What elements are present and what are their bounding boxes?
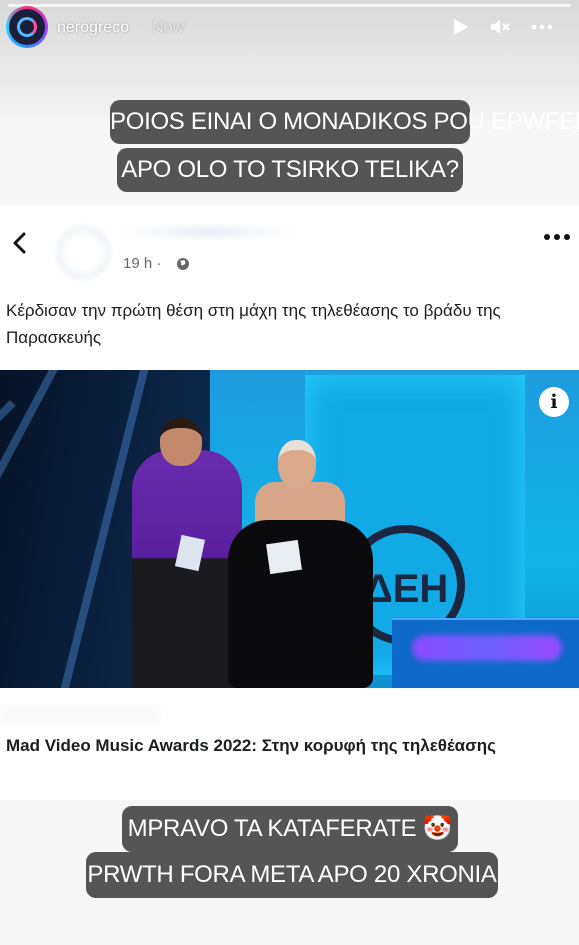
- caption-bottom-line2: PRWTH FORA META APO 20 XRONIA: [86, 852, 498, 898]
- avatar-logo-icon: [17, 17, 37, 37]
- caption-bottom-line1: MPRAVO TA KATAFERATE 🤡: [122, 806, 458, 852]
- link-source-blurred: [0, 705, 160, 725]
- host-man-head: [160, 418, 202, 466]
- story-view[interactable]: nerogreco Now POIOS EINAI O MONADIKOS PO…: [0, 0, 579, 945]
- story-header: nerogreco Now: [0, 0, 579, 60]
- avatar-image: [9, 9, 45, 45]
- cue-card: [266, 539, 302, 575]
- mute-icon[interactable]: [488, 15, 512, 39]
- post-image[interactable]: ΔΕΗ i: [0, 370, 579, 688]
- globe-icon: [177, 258, 189, 270]
- caption-top-line2: APO OLO TO TSIRKO TELIKA?: [117, 148, 463, 192]
- host-woman: [228, 520, 373, 688]
- username[interactable]: nerogreco: [57, 19, 129, 37]
- post-text: Κέρδισαν την πρώτη θέση στη μάχη της τηλ…: [6, 301, 501, 347]
- censor-scribble: [412, 635, 562, 661]
- info-icon[interactable]: i: [539, 387, 569, 417]
- avatar[interactable]: [6, 6, 48, 48]
- page-avatar-blurred: [56, 225, 111, 280]
- more-icon[interactable]: [530, 15, 554, 39]
- shared-post: 19 h · Κέρδισαν την πρώτη θέση στη μάχη …: [0, 205, 579, 800]
- link-title[interactable]: Mad Video Music Awards 2022: Στην κορυφή…: [6, 732, 506, 759]
- host-man: [132, 450, 242, 688]
- page-name-blurred: [118, 227, 298, 237]
- back-arrow-icon[interactable]: [8, 231, 32, 255]
- post-more-icon[interactable]: [543, 231, 571, 243]
- story-timestamp: Now: [152, 19, 185, 36]
- post-time: 19 h ·: [123, 255, 162, 272]
- dei-logo-label: ΔΕΗ: [364, 567, 448, 611]
- caption-top-line1: POIOS EINAI O MONADIKOS POU EPWFELITHIKE: [110, 100, 579, 144]
- host-woman-head: [278, 440, 316, 488]
- play-icon[interactable]: [448, 15, 472, 39]
